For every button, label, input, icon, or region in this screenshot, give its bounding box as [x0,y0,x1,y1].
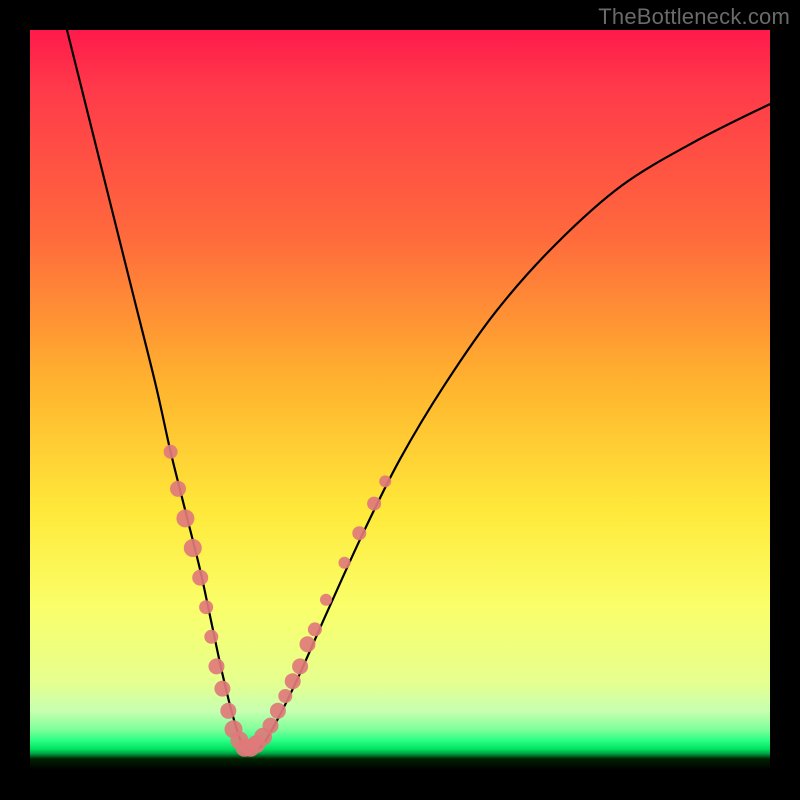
highlight-dot [192,570,208,586]
highlight-dot [292,658,308,674]
highlight-dot [320,594,332,606]
highlight-dot [352,526,366,540]
bottleneck-curve [67,30,770,751]
highlight-dot [208,658,224,674]
highlight-dot [285,673,301,689]
highlight-dot [164,445,178,459]
highlight-dot [263,718,279,734]
highlight-dot [176,509,194,527]
highlight-dot [367,497,381,511]
bottleneck-curve-path [67,30,770,751]
highlight-dot [220,703,236,719]
highlight-dot [184,539,202,557]
chart-frame: TheBottleneck.com [0,0,800,800]
highlight-dot [214,681,230,697]
highlight-dots [164,445,392,757]
highlight-dot [270,703,286,719]
highlight-dot [379,475,391,487]
curve-layer [30,30,770,770]
highlight-dot [170,481,186,497]
highlight-dot [199,600,213,614]
highlight-dot [308,622,322,636]
plot-area [30,30,770,770]
watermark-text: TheBottleneck.com [598,4,790,30]
highlight-dot [204,630,218,644]
highlight-dot [339,557,351,569]
highlight-dot [300,636,316,652]
highlight-dot [278,689,292,703]
